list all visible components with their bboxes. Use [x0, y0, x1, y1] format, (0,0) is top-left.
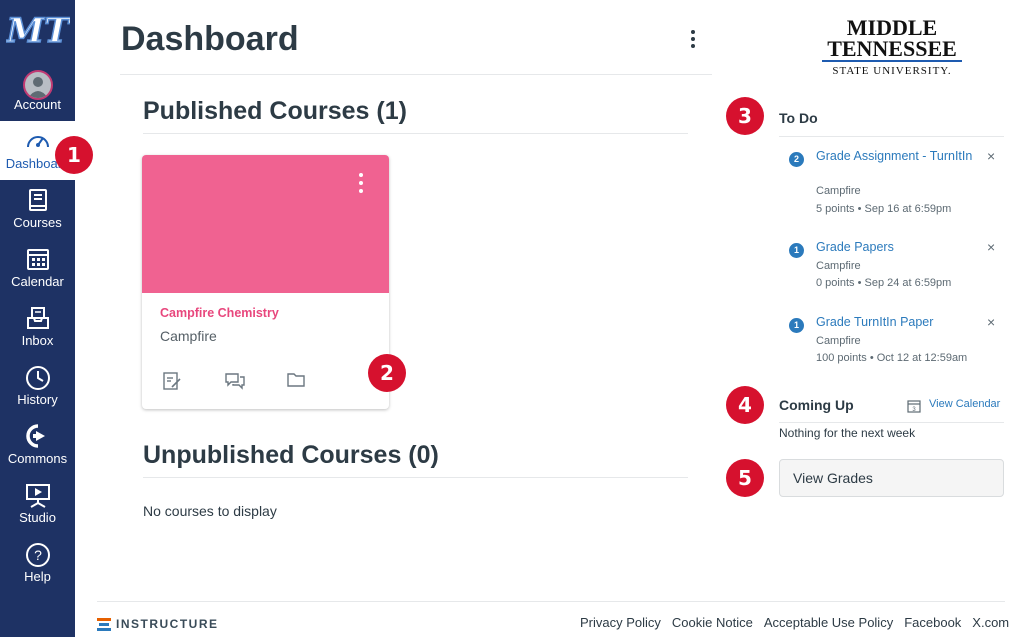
calendar-icon — [0, 239, 75, 273]
commons-arrow-icon — [0, 416, 75, 450]
instructure-wordmark[interactable]: INSTRUCTURE — [116, 617, 219, 631]
todo-item-title[interactable]: Grade TurnItIn Paper — [816, 314, 976, 331]
page-title: Dashboard — [121, 20, 299, 58]
callout-badge-5: 5 — [726, 459, 764, 497]
svg-text:?: ? — [34, 547, 42, 563]
callout-badge-4: 4 — [726, 386, 764, 424]
university-brand-logo: MIDDLE TENNESSEE STATE UNIVERSITY. — [822, 15, 962, 86]
folder-icon[interactable] — [286, 371, 308, 391]
header-divider — [120, 74, 712, 75]
coming-up-heading: Coming Up — [779, 397, 854, 413]
nav-item-studio[interactable]: Studio — [0, 475, 75, 534]
todo-count-badge: 1 — [789, 243, 804, 258]
coming-up-divider — [779, 422, 1004, 423]
course-card-subtitle: Campfire — [160, 328, 217, 344]
school-logo[interactable]: MT — [0, 0, 75, 62]
nav-item-account[interactable]: Account — [0, 62, 75, 121]
footer-link-x[interactable]: X.com — [972, 615, 1009, 630]
global-nav: MT Account Dashboard Courses Calendar In… — [0, 0, 75, 637]
todo-count-badge: 1 — [789, 318, 804, 333]
assignments-icon[interactable] — [162, 371, 184, 391]
nav-label-courses: Courses — [13, 215, 62, 230]
todo-item-details: 100 points • Oct 12 at 12:59am — [816, 352, 968, 364]
nav-item-calendar[interactable]: Calendar — [0, 239, 75, 298]
nav-label-history: History — [17, 392, 58, 407]
svg-text:MT: MT — [6, 11, 70, 51]
unpublished-courses-heading: Unpublished Courses (0) — [143, 441, 439, 469]
todo-divider — [779, 136, 1004, 137]
inbox-icon — [0, 298, 75, 332]
todo-item-details: 5 points • Sep 16 at 6:59pm — [816, 203, 952, 215]
callout-badge-2: 2 — [368, 354, 406, 392]
todo-item-course: Campfire — [816, 335, 861, 347]
small-calendar-icon[interactable]: 3 — [907, 399, 921, 418]
todo-item[interactable]: 1 Grade Papers × Campfire 0 points • Sep… — [787, 239, 1002, 294]
todo-count-badge: 2 — [789, 152, 804, 167]
nav-item-history[interactable]: History — [0, 357, 75, 416]
callout-badge-3: 3 — [726, 97, 764, 135]
nav-label-commons: Commons — [7, 451, 68, 466]
book-icon — [0, 180, 75, 214]
nav-label-help: Help — [24, 569, 51, 584]
view-grades-button[interactable]: View Grades — [779, 459, 1004, 497]
app: MT Account Dashboard Courses Calendar In… — [0, 0, 1024, 637]
mt-logo-icon: MT — [4, 10, 72, 52]
no-courses-text: No courses to display — [143, 503, 277, 519]
footer-link-facebook[interactable]: Facebook — [904, 615, 961, 630]
instructure-logo-icon — [97, 617, 111, 636]
todo-heading: To Do — [779, 110, 818, 126]
studio-icon — [0, 475, 75, 509]
dismiss-icon[interactable]: × — [987, 239, 995, 255]
footer-link-cookie[interactable]: Cookie Notice — [672, 615, 753, 630]
todo-item[interactable]: 1 Grade TurnItIn Paper × Campfire 100 po… — [787, 314, 1002, 369]
footer-link-acceptable-use[interactable]: Acceptable Use Policy — [764, 615, 893, 630]
card-options-icon[interactable] — [356, 173, 366, 197]
todo-item-course: Campfire — [816, 185, 861, 197]
course-card-hero[interactable] — [142, 155, 389, 293]
nav-item-commons[interactable]: Commons — [0, 416, 75, 475]
brand-line-3: STATE UNIVERSITY. — [832, 65, 952, 77]
published-courses-heading: Published Courses (1) — [143, 97, 407, 125]
nav-label-studio: Studio — [19, 510, 56, 525]
todo-item-title[interactable]: Grade Papers — [816, 239, 976, 256]
todo-item-title[interactable]: Grade Assignment - TurnItIn — [816, 148, 976, 165]
course-card[interactable]: Campfire Chemistry Campfire — [142, 155, 389, 409]
dashboard-options-icon[interactable] — [683, 28, 703, 54]
view-calendar-link[interactable]: View Calendar — [929, 398, 1000, 410]
unpublished-divider — [143, 477, 688, 478]
avatar — [0, 62, 75, 100]
clock-icon — [0, 357, 75, 391]
todo-item-details: 0 points • Sep 24 at 6:59pm — [816, 277, 952, 289]
nav-item-courses[interactable]: Courses — [0, 180, 75, 239]
callout-badge-1: 1 — [55, 136, 93, 174]
brand-line-2: TENNESSEE — [822, 38, 962, 62]
todo-item-course: Campfire — [816, 260, 861, 272]
nav-label-inbox: Inbox — [21, 333, 54, 348]
brand-line-1: MIDDLE — [846, 15, 938, 40]
published-divider — [143, 133, 688, 134]
nav-item-help[interactable]: ? Help — [0, 534, 75, 593]
todo-item[interactable]: 2 Grade Assignment - TurnItIn × Campfire… — [787, 148, 1002, 218]
footer-link-privacy[interactable]: Privacy Policy — [580, 615, 661, 630]
dismiss-icon[interactable]: × — [987, 148, 995, 164]
discussions-icon[interactable] — [224, 371, 246, 391]
nav-item-inbox[interactable]: Inbox — [0, 298, 75, 357]
course-card-title[interactable]: Campfire Chemistry — [160, 306, 279, 320]
help-icon: ? — [0, 534, 75, 568]
nav-label-calendar: Calendar — [11, 274, 64, 289]
coming-up-empty-text: Nothing for the next week — [779, 426, 916, 440]
dismiss-icon[interactable]: × — [987, 314, 995, 330]
footer-divider — [97, 601, 1005, 602]
footer-links: Privacy Policy Cookie Notice Acceptable Us… — [580, 615, 1020, 630]
